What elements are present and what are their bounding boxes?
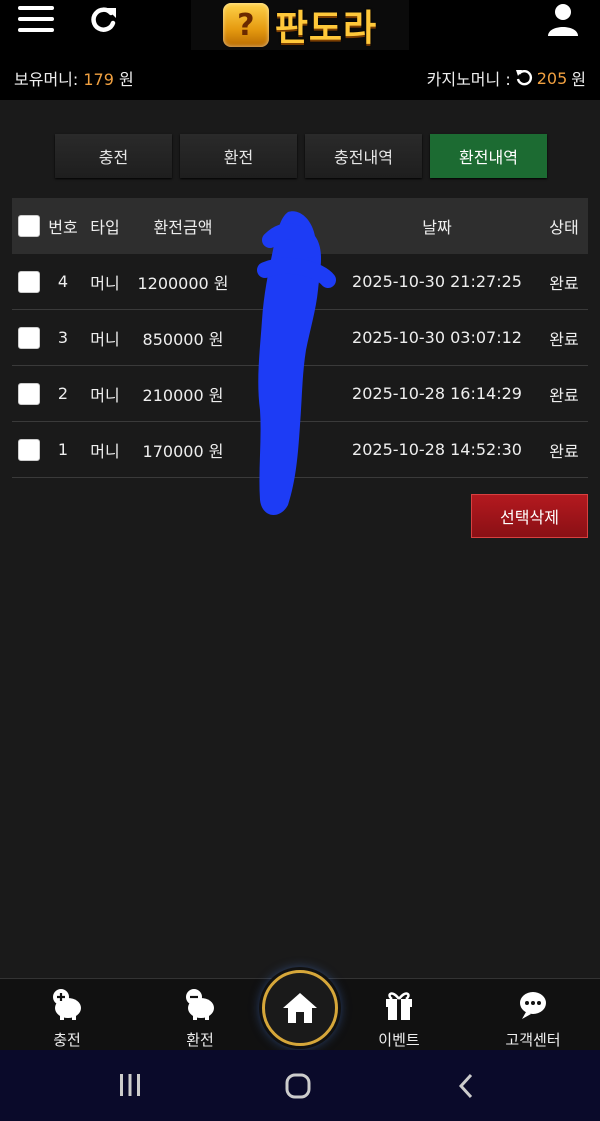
row-date: 2025-10-28 14:52:30: [352, 440, 522, 459]
row-num: 2: [57, 384, 69, 403]
nav-support[interactable]: 고객센터: [483, 987, 583, 1050]
row-checkbox[interactable]: [18, 382, 40, 405]
money-bar: 보유머니: 179 원 카지노머니 : 205 원: [0, 50, 600, 100]
nav-support-label: 고객센터: [505, 1031, 561, 1049]
row-num: 3: [57, 328, 69, 347]
row-type: 머니: [90, 329, 120, 349]
nav-exchange[interactable]: 환전: [150, 987, 250, 1050]
home-system-icon[interactable]: [284, 1072, 312, 1100]
tab-charge-history[interactable]: 충전내역: [305, 134, 422, 178]
reload-icon[interactable]: [515, 69, 533, 87]
brand-logo[interactable]: ? 판도라: [191, 0, 409, 50]
header-amount: 환전금액: [153, 218, 213, 237]
casino-money-label: 카지노머니 :: [426, 70, 511, 89]
header-status: 상태: [549, 218, 579, 237]
row-status: 완료: [549, 329, 579, 349]
system-nav-bar: [0, 1050, 600, 1121]
row-num: 1: [57, 440, 69, 459]
casino-money: 카지노머니 : 205 원: [427, 66, 586, 90]
home-icon: [283, 993, 317, 1023]
holding-money-label: 보유머니:: [14, 70, 79, 89]
row-status: 완료: [549, 385, 579, 405]
row-type: 머니: [90, 441, 120, 461]
nav-event-label: 이벤트: [378, 1031, 420, 1049]
row-date: 2025-10-30 03:07:12: [352, 328, 522, 347]
nav-event[interactable]: 이벤트: [349, 987, 449, 1050]
row-checkbox[interactable]: [18, 438, 40, 461]
logo-text: 판도라: [274, 8, 378, 49]
row-checkbox[interactable]: [18, 270, 40, 293]
headset-chat-icon: [520, 992, 546, 1019]
nav-charge[interactable]: 충전: [17, 987, 117, 1050]
row-status: 완료: [549, 273, 579, 293]
tab-charge[interactable]: 충전: [55, 134, 172, 178]
row-amount: 210000 원: [142, 385, 224, 405]
refresh-icon[interactable]: [86, 4, 120, 38]
menu-icon[interactable]: [18, 6, 54, 36]
redaction-scribble: [257, 211, 336, 516]
row-checkbox[interactable]: [18, 326, 40, 349]
tab-bar: 충전 환전 충전내역 환전내역: [55, 134, 547, 178]
top-header: ? 판도라: [0, 0, 600, 50]
holding-money: 보유머니: 179 원: [14, 66, 134, 90]
piggy-minus-icon: [186, 989, 214, 1020]
row-amount: 170000 원: [142, 441, 224, 461]
holding-money-unit: 원: [119, 70, 134, 89]
header-num: 번호: [48, 218, 78, 237]
home-button[interactable]: [262, 970, 338, 1046]
row-status: 완료: [549, 441, 579, 461]
gift-icon: [386, 992, 412, 1020]
tab-exchange[interactable]: 환전: [180, 134, 297, 178]
user-icon[interactable]: [546, 2, 580, 36]
holding-money-value: 179: [83, 70, 114, 89]
delete-selected-button[interactable]: 선택삭제: [471, 494, 588, 538]
tab-exchange-history[interactable]: 환전내역: [430, 134, 547, 178]
recent-apps-icon[interactable]: [117, 1072, 143, 1098]
select-all-checkbox[interactable]: [18, 215, 40, 237]
casino-money-unit: 원: [571, 70, 586, 89]
logo-badge: ?: [222, 3, 269, 47]
nav-exchange-label: 환전: [186, 1031, 214, 1049]
row-amount: 850000 원: [142, 329, 224, 349]
row-amount: 1200000 원: [137, 273, 229, 293]
row-num: 4: [57, 272, 69, 291]
header-date: 날짜: [422, 218, 452, 237]
piggy-plus-icon: [53, 989, 81, 1020]
row-type: 머니: [90, 385, 120, 405]
back-icon[interactable]: [455, 1072, 477, 1100]
row-type: 머니: [90, 273, 120, 293]
casino-money-value: 205: [536, 68, 568, 88]
row-date: 2025-10-30 21:27:25: [352, 272, 522, 291]
header-type: 타입: [90, 218, 120, 237]
row-date: 2025-10-28 16:14:29: [352, 384, 522, 403]
nav-charge-label: 충전: [53, 1031, 81, 1049]
